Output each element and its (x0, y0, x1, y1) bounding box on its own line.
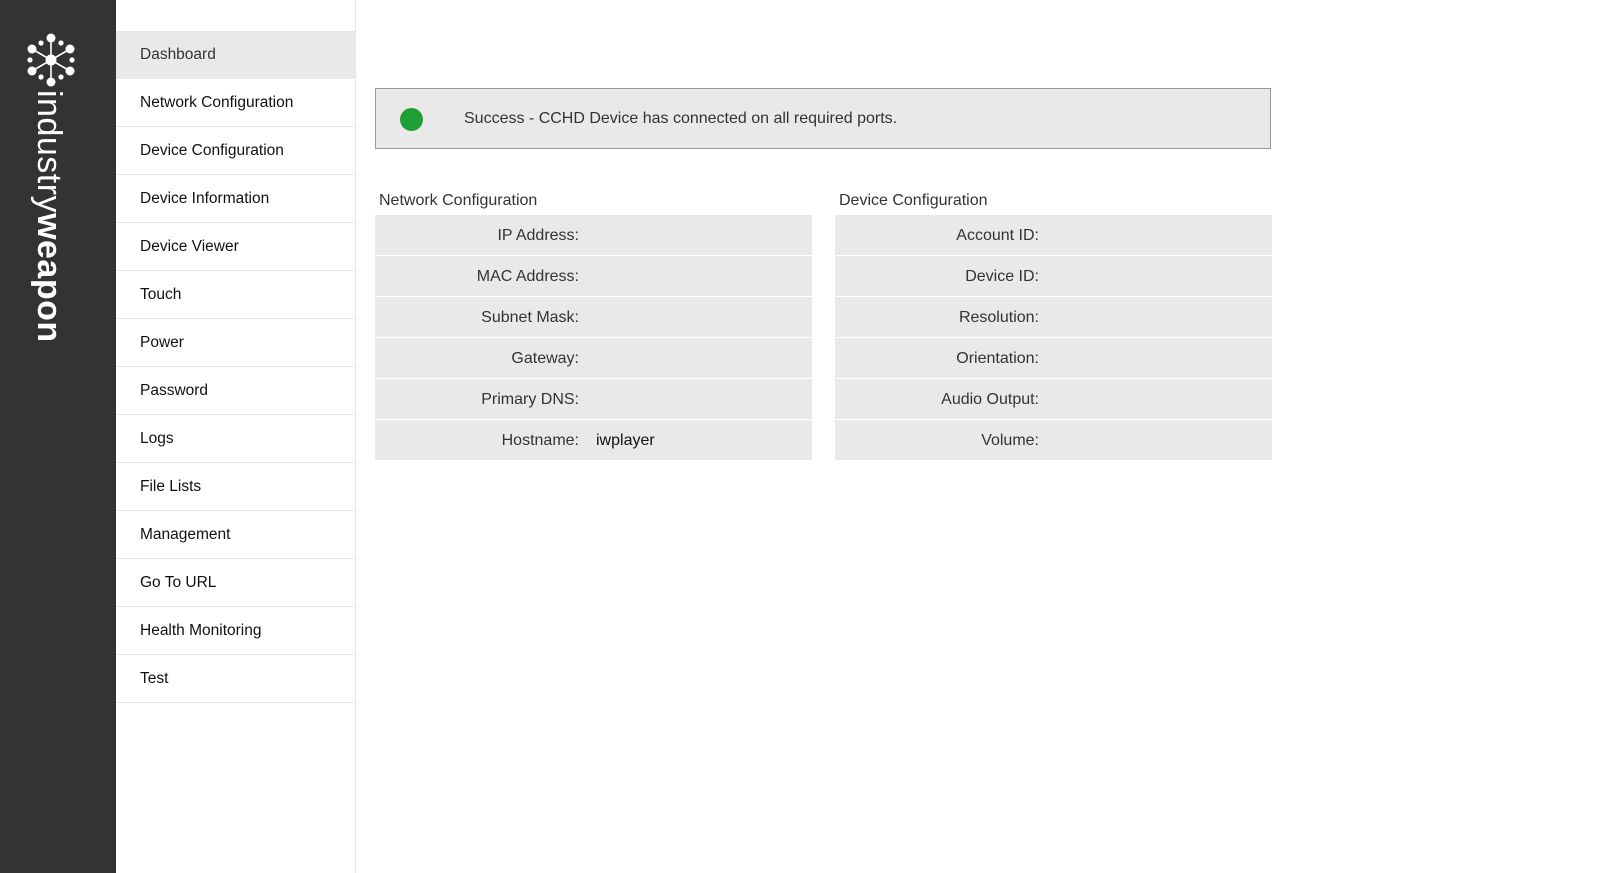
row-label: Resolution: (958, 309, 1039, 326)
info-row-audio-output: Audio Output: (835, 379, 1272, 420)
nav-item-device-information[interactable]: Device Information (116, 175, 355, 223)
main-content: Success - CCHD Device has connected on a… (357, 0, 1600, 873)
row-label: Account ID: (956, 227, 1039, 244)
nav-item-device-configuration[interactable]: Device Configuration (116, 127, 355, 175)
panel-title: Network Configuration (379, 192, 538, 209)
info-row-primary-dns: Primary DNS: (375, 379, 812, 420)
nav-item-health-monitoring[interactable]: Health Monitoring (116, 607, 355, 655)
nav-item-management[interactable]: Management (116, 511, 355, 559)
row-value (1039, 297, 1056, 337)
row-label: Gateway: (511, 350, 579, 367)
info-row-resolution: Resolution: (835, 297, 1272, 338)
row-label: Audio Output: (941, 391, 1039, 408)
network-configuration-panel: Network Configuration IP Address: MAC Ad… (375, 188, 812, 460)
row-value (1039, 379, 1056, 419)
row-value (1039, 256, 1056, 296)
app-window: industryweapon Dashboard Network Configu… (0, 0, 1600, 873)
info-row-gateway: Gateway: (375, 338, 812, 379)
row-label: Primary DNS: (481, 391, 579, 408)
nav-item-dashboard[interactable]: Dashboard (116, 31, 355, 79)
brand-sidebar: industryweapon (0, 0, 116, 873)
info-row-hostname: Hostname: iwplayer (375, 420, 812, 460)
brand-wordmark: industryweapon (30, 90, 68, 343)
row-label: Device ID: (965, 268, 1039, 285)
row-label: Volume: (981, 432, 1039, 449)
row-label: Subnet Mask: (481, 309, 579, 326)
nav-item-test[interactable]: Test (116, 655, 355, 703)
info-row-account-id: Account ID: (835, 215, 1272, 256)
nav-item-go-to-url[interactable]: Go To URL (116, 559, 355, 607)
row-label: IP Address: (497, 227, 579, 244)
nav-item-device-viewer[interactable]: Device Viewer (116, 223, 355, 271)
nav-item-network-configuration[interactable]: Network Configuration (116, 79, 355, 127)
info-row-subnet-mask: Subnet Mask: (375, 297, 812, 338)
info-row-ip-address: IP Address: (375, 215, 812, 256)
row-value (579, 215, 596, 255)
nav-item-password[interactable]: Password (116, 367, 355, 415)
row-label: Hostname: (501, 432, 579, 449)
main-navigation: Dashboard Network Configuration Device C… (116, 0, 356, 873)
nav-item-logs[interactable]: Logs (116, 415, 355, 463)
dot-cluster-logo-icon (27, 33, 75, 87)
brand-wordmark-bold: weapon (30, 213, 68, 343)
brand-wordmark-light: industry (30, 90, 68, 214)
nav-item-file-lists[interactable]: File Lists (116, 463, 355, 511)
info-row-orientation: Orientation: (835, 338, 1272, 379)
nav-item-touch[interactable]: Touch (116, 271, 355, 319)
info-row-device-id: Device ID: (835, 256, 1272, 297)
device-configuration-panel: Device Configuration Account ID: Device … (835, 188, 1272, 460)
row-value (579, 256, 596, 296)
row-label: MAC Address: (476, 268, 579, 285)
row-label: Orientation: (956, 350, 1039, 367)
row-value (1039, 420, 1056, 460)
status-message: Success - CCHD Device has connected on a… (464, 110, 898, 127)
row-value (579, 379, 596, 419)
status-banner: Success - CCHD Device has connected on a… (375, 88, 1271, 149)
panel-title: Device Configuration (839, 192, 988, 209)
row-value (579, 338, 596, 378)
nav-item-power[interactable]: Power (116, 319, 355, 367)
row-value: iwplayer (596, 432, 655, 449)
info-row-mac-address: MAC Address: (375, 256, 812, 297)
row-value (579, 297, 596, 337)
row-value (1039, 338, 1056, 378)
info-row-volume: Volume: (835, 420, 1272, 460)
row-value (1039, 215, 1056, 255)
status-dot-icon (400, 108, 423, 131)
